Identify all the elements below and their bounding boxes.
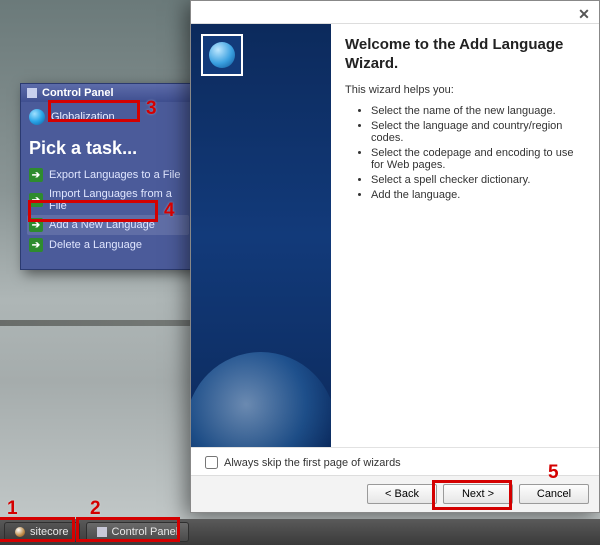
wizard-bullet: Select the language and country/region c… bbox=[371, 120, 585, 144]
back-button[interactable]: < Back bbox=[367, 484, 437, 504]
wizard-body: Welcome to the Add Language Wizard. This… bbox=[191, 24, 599, 447]
wizard-bullet: Add the language. bbox=[371, 189, 585, 201]
wizard-content: Welcome to the Add Language Wizard. This… bbox=[331, 24, 599, 447]
control-panel-icon bbox=[27, 88, 37, 98]
close-icon: ✕ bbox=[578, 6, 590, 22]
wizard-intro: This wizard helps you: bbox=[345, 84, 585, 96]
annotation-number-2: 2 bbox=[90, 498, 101, 520]
control-panel-body: Globalization Pick a task... ➔ Export La… bbox=[21, 102, 195, 269]
add-language-wizard: ✕ Welcome to the Add Language Wizard. Th… bbox=[190, 0, 600, 513]
task-add-new-language[interactable]: ➔ Add a New Language bbox=[27, 215, 189, 235]
task-label: Add a New Language bbox=[49, 219, 155, 231]
wizard-bullet-list: Select the name of the new language. Sel… bbox=[345, 102, 585, 204]
wizard-bullet: Select the name of the new language. bbox=[371, 105, 585, 117]
skip-first-page-label: Always skip the first page of wizards bbox=[224, 457, 401, 469]
taskbar-control-panel[interactable]: Control Panel bbox=[86, 522, 190, 542]
task-label: Export Languages to a File bbox=[49, 169, 180, 181]
arrow-right-icon: ➔ bbox=[29, 238, 43, 252]
task-delete-language[interactable]: ➔ Delete a Language bbox=[27, 235, 189, 255]
globe-decoration-icon bbox=[191, 352, 331, 447]
desktop: Control Panel Globalization Pick a task.… bbox=[0, 0, 600, 545]
wizard-bullet: Select the codepage and encoding to use … bbox=[371, 147, 585, 171]
control-panel-window: Control Panel Globalization Pick a task.… bbox=[20, 83, 196, 270]
sitecore-logo-icon bbox=[15, 527, 25, 537]
start-label: sitecore bbox=[30, 526, 69, 538]
wizard-hero-iconbox bbox=[201, 34, 243, 76]
wizard-header: ✕ bbox=[191, 1, 599, 24]
wizard-sidebar bbox=[191, 24, 331, 447]
arrow-right-icon: ➔ bbox=[29, 193, 43, 207]
control-panel-title: Control Panel bbox=[42, 87, 114, 99]
task-export-languages[interactable]: ➔ Export Languages to a File bbox=[27, 165, 189, 185]
arrow-right-icon: ➔ bbox=[29, 218, 43, 232]
globe-icon bbox=[209, 42, 235, 68]
close-button[interactable]: ✕ bbox=[575, 5, 593, 23]
task-label: Import Languages from a File bbox=[49, 188, 187, 212]
taskbar-control-panel-label: Control Panel bbox=[112, 526, 179, 538]
cancel-button[interactable]: Cancel bbox=[519, 484, 589, 504]
skip-first-page-checkbox[interactable] bbox=[205, 456, 218, 469]
control-panel-icon bbox=[97, 527, 107, 537]
globalization-link: Globalization bbox=[51, 111, 115, 123]
wizard-bullet: Select a spell checker dictionary. bbox=[371, 174, 585, 186]
globe-icon bbox=[29, 109, 45, 125]
wizard-skip-row: Always skip the first page of wizards bbox=[191, 447, 599, 475]
arrow-right-icon: ➔ bbox=[29, 168, 43, 182]
control-panel-titlebar[interactable]: Control Panel bbox=[21, 84, 195, 102]
globalization-row[interactable]: Globalization bbox=[27, 106, 189, 128]
taskbar: sitecore Control Panel bbox=[0, 519, 600, 545]
annotation-number-1: 1 bbox=[7, 498, 18, 520]
wizard-title: Welcome to the Add Language Wizard. bbox=[345, 36, 585, 74]
start-button[interactable]: sitecore bbox=[4, 522, 80, 542]
task-import-languages[interactable]: ➔ Import Languages from a File bbox=[27, 185, 189, 215]
wizard-button-bar: < Back Next > Cancel bbox=[191, 475, 599, 512]
task-label: Delete a Language bbox=[49, 239, 142, 251]
pick-a-task-heading: Pick a task... bbox=[29, 138, 187, 159]
next-button[interactable]: Next > bbox=[443, 484, 513, 504]
